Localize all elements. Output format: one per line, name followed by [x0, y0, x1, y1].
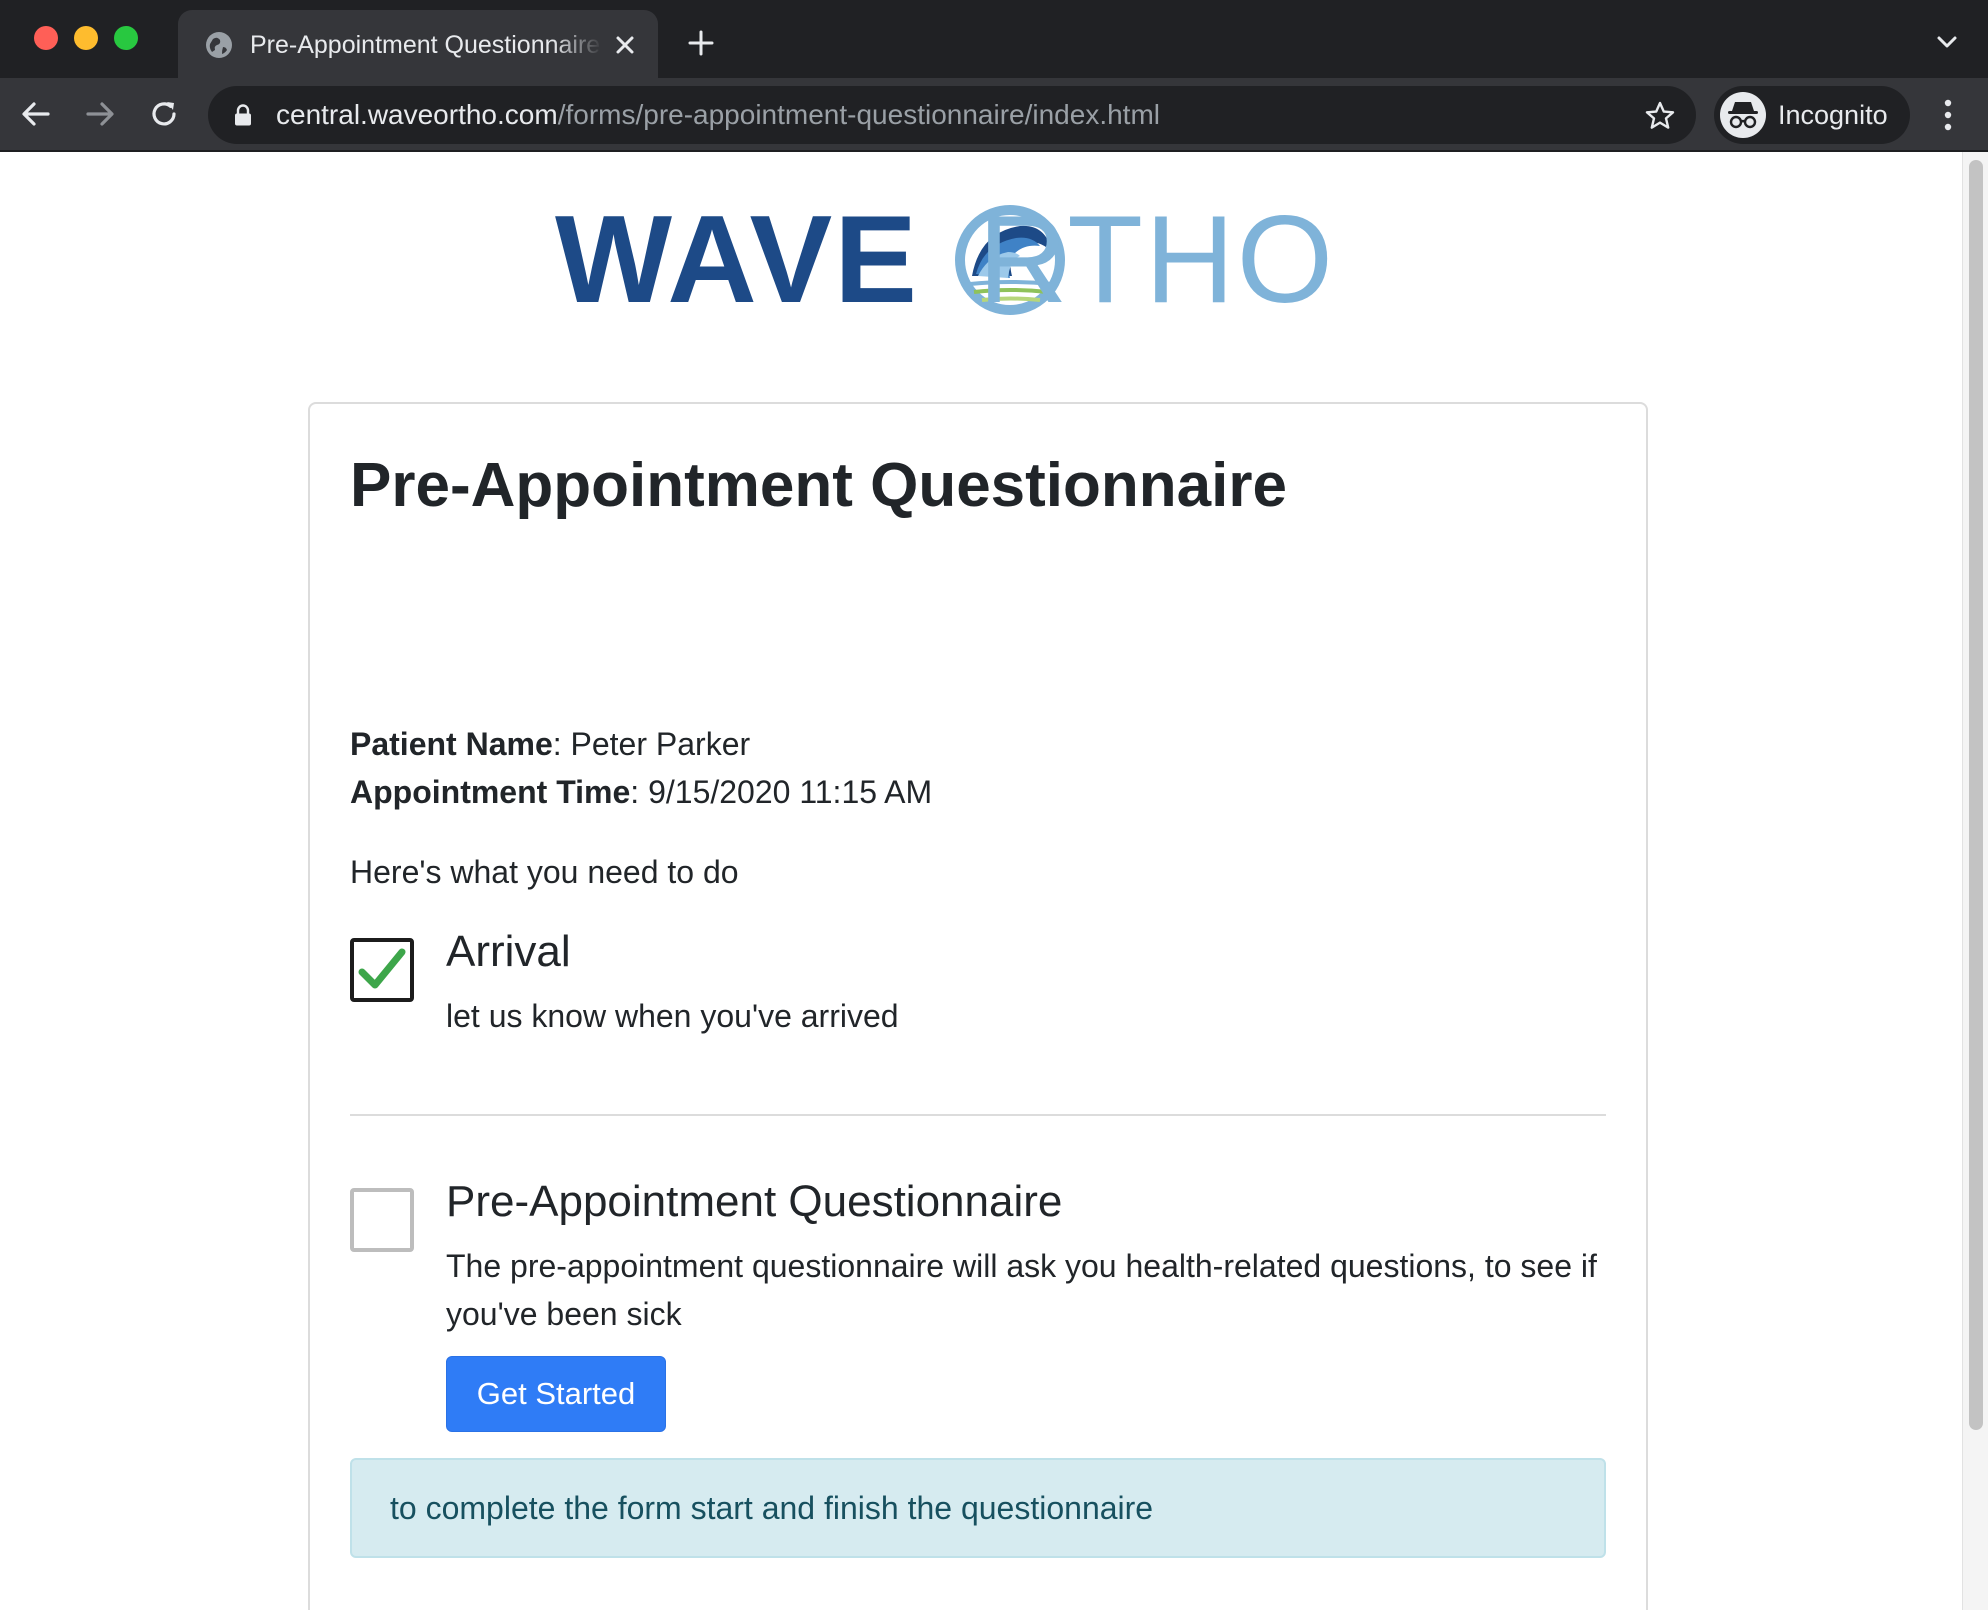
task-title-questionnaire: Pre-Appointment Questionnaire [446, 1177, 1063, 1226]
new-tab-plus-icon[interactable] [686, 28, 716, 58]
questionnaire-checkbox-unchecked[interactable] [350, 1188, 414, 1252]
url-path: /forms/pre-appointment-questionnaire/ind… [557, 99, 1160, 130]
logo-ortho-text: RTHO [978, 191, 1336, 329]
instructions-intro: Here's what you need to do [350, 854, 739, 890]
page-scrollbar[interactable] [1962, 152, 1988, 1610]
close-icon[interactable] [612, 32, 638, 58]
url-text: central.waveortho.com/forms/pre-appointm… [276, 86, 1160, 144]
task-desc-questionnaire: The pre-appointment questionnaire will a… [446, 1248, 1597, 1332]
logo-wave-text: WAVE [555, 191, 919, 329]
globe-icon [206, 32, 232, 58]
window-minimize-button[interactable] [74, 26, 98, 50]
task-desc-arrival: let us know when you've arrived [446, 998, 899, 1034]
arrival-checkbox-checked[interactable] [350, 938, 414, 1002]
reload-icon[interactable] [146, 96, 182, 132]
window-zoom-button[interactable] [114, 26, 138, 50]
patient-name-line: Patient Name: Peter Parker [350, 722, 750, 766]
chevron-down-icon[interactable] [1934, 32, 1960, 52]
checkmark-icon [358, 948, 406, 989]
patient-name-value: : Peter Parker [552, 726, 751, 762]
scrollbar-thumb[interactable] [1969, 160, 1983, 1430]
address-bar[interactable]: central.waveortho.com/forms/pre-appointm… [208, 86, 1696, 144]
page-viewport: WAVE RTHO Pre-Appointment Questionnaire … [0, 152, 1988, 1610]
info-alert: to complete the form start and finish th… [350, 1458, 1606, 1558]
forward-arrow-icon[interactable] [82, 96, 118, 132]
incognito-profile-button[interactable]: Incognito [1714, 86, 1910, 144]
browser-tab-strip: Pre-Appointment Questionnaire [0, 0, 1988, 78]
divider [350, 1114, 1606, 1116]
browser-tab-active[interactable]: Pre-Appointment Questionnaire [178, 10, 658, 78]
appointment-time-label: Appointment Time [350, 774, 631, 810]
lock-icon [235, 104, 251, 126]
incognito-label: Incognito [1778, 100, 1888, 130]
patient-name-label: Patient Name [350, 726, 553, 762]
questionnaire-card: Pre-Appointment Questionnaire Patient Na… [308, 402, 1648, 1610]
bookmark-star-icon[interactable] [1644, 100, 1676, 132]
appointment-time-line: Appointment Time: 9/15/2020 11:15 AM [350, 770, 932, 814]
incognito-icon [1720, 92, 1766, 138]
page-title: Pre-Appointment Questionnaire [350, 451, 1287, 520]
get-started-button[interactable]: Get Started [446, 1356, 666, 1432]
back-arrow-icon[interactable] [18, 96, 54, 132]
waveortho-logo: WAVE RTHO [555, 191, 1400, 329]
task-title-arrival: Arrival [446, 927, 571, 976]
window-close-button[interactable] [34, 26, 58, 50]
task-arrival: Arrival let us know when you've arrived [350, 924, 1606, 1054]
more-menu-icon[interactable] [1936, 96, 1960, 134]
task-questionnaire: Pre-Appointment Questionnaire The pre-ap… [350, 1174, 1606, 1454]
tab-title: Pre-Appointment Questionnaire [250, 31, 601, 59]
browser-toolbar: central.waveortho.com/forms/pre-appointm… [0, 78, 1988, 152]
url-host: central.waveortho.com [276, 99, 558, 130]
appointment-time-value: : 9/15/2020 11:15 AM [630, 774, 933, 810]
